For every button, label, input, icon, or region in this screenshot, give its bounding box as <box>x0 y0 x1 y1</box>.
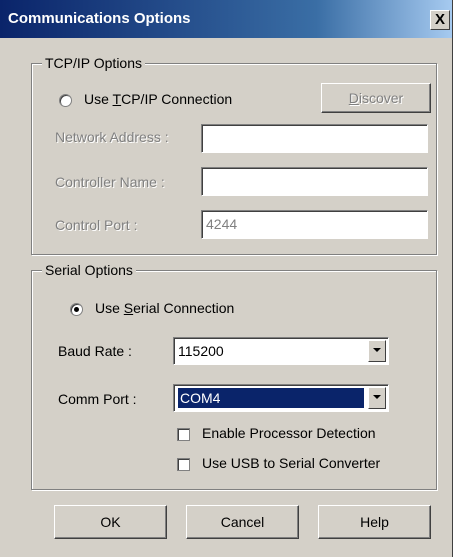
network-address-label: Network Address : <box>55 129 169 145</box>
baud-rate-select[interactable]: 115200 <box>173 337 389 365</box>
comm-port-select[interactable]: COM4 <box>173 384 389 412</box>
help-button[interactable]: Help <box>318 505 431 539</box>
baud-rate-dropdown-button[interactable] <box>368 340 386 362</box>
serial-options-group: Serial Options Use Serial Connection Bau… <box>31 262 437 490</box>
controller-name-field[interactable] <box>201 167 428 196</box>
discover-button[interactable]: Discover <box>321 83 431 113</box>
use-usb-serial-converter-checkbox[interactable] <box>177 458 190 471</box>
title-bar[interactable]: Communications Options X <box>0 0 452 38</box>
close-icon: X <box>434 11 445 28</box>
use-tcpip-radio[interactable] <box>59 94 72 107</box>
close-button[interactable]: X <box>430 10 450 30</box>
radio-selected-dot <box>74 307 79 312</box>
chevron-down-icon <box>373 348 381 352</box>
network-address-field[interactable] <box>201 124 428 153</box>
controller-name-label: Controller Name : <box>55 174 165 190</box>
use-tcpip-label[interactable]: Use TCP/IP Connection <box>84 91 232 107</box>
communications-options-dialog: Communications Options X TCP/IP Options … <box>0 0 453 557</box>
comm-port-label: Comm Port : <box>58 391 137 407</box>
comm-port-value: COM4 <box>177 387 365 409</box>
window-title: Communications Options <box>8 10 191 27</box>
use-serial-label[interactable]: Use Serial Connection <box>95 300 234 316</box>
ok-button[interactable]: OK <box>54 505 167 539</box>
cancel-button[interactable]: Cancel <box>186 505 299 539</box>
enable-processor-detection-checkbox[interactable] <box>177 428 190 441</box>
use-serial-radio[interactable] <box>70 303 83 316</box>
control-port-label: Control Port : <box>55 217 138 233</box>
enable-processor-detection-label[interactable]: Enable Processor Detection <box>202 425 376 441</box>
tcpip-options-legend: TCP/IP Options <box>42 55 146 71</box>
comm-port-dropdown-button[interactable] <box>368 387 386 409</box>
baud-rate-label: Baud Rate : <box>58 343 132 359</box>
use-usb-serial-converter-label[interactable]: Use USB to Serial Converter <box>202 455 380 471</box>
control-port-field[interactable]: 4244 <box>201 210 428 239</box>
tcpip-options-group: TCP/IP Options Use TCP/IP Connection Dis… <box>31 55 437 255</box>
baud-rate-value: 115200 <box>178 343 224 359</box>
serial-options-legend: Serial Options <box>42 262 136 278</box>
chevron-down-icon <box>373 395 381 399</box>
